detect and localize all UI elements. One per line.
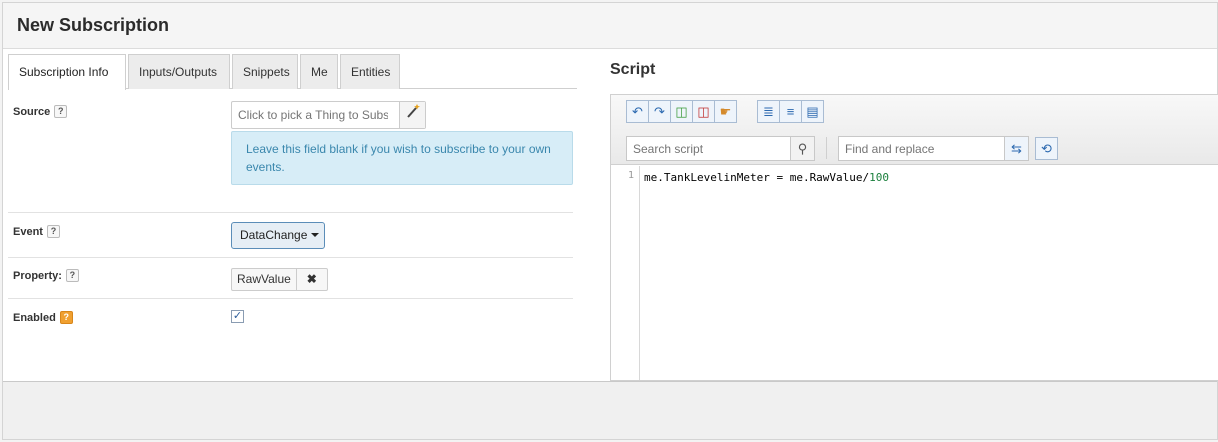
help-icon[interactable]: ? — [54, 105, 68, 118]
line-number: 1 — [627, 170, 634, 181]
property-row: Property:? RawValue ✖ — [8, 258, 573, 299]
event-dropdown-value: DataChange — [240, 228, 308, 242]
enabled-row: Enabled? ✓ — [8, 299, 573, 339]
code-number-literal: 100 — [869, 171, 890, 184]
find-replace-box: ⇆ — [838, 136, 1029, 161]
hand-point-icon[interactable]: ☛ — [714, 100, 737, 123]
code-editor[interactable]: 1 me.TankLevelinMeter = me.RawValue/100 — [611, 166, 1218, 380]
dialog-title: New Subscription — [17, 15, 170, 35]
indent-icon[interactable]: ≣ — [757, 100, 780, 123]
help-icon[interactable]: ? — [59, 311, 73, 324]
redo-icon[interactable]: ↷ — [648, 100, 671, 123]
caret-down-icon — [311, 233, 320, 237]
dialog-footer — [3, 381, 1217, 439]
tab-inputs-outputs[interactable]: Inputs/Outputs — [128, 54, 230, 89]
format-code-icon[interactable]: ▤ — [801, 100, 824, 123]
dialog-header: New Subscription — [3, 3, 1217, 49]
code-line[interactable]: me.TankLevelinMeter = me.RawValue/100 — [644, 171, 889, 184]
source-input[interactable] — [232, 102, 394, 128]
outdent-icon[interactable]: ≡ — [779, 100, 802, 123]
search-script-input[interactable] — [627, 137, 790, 160]
event-dropdown[interactable]: DataChange — [231, 222, 325, 249]
undo-icon[interactable]: ↶ — [626, 100, 649, 123]
tab-snippets[interactable]: Snippets — [232, 54, 298, 89]
tab-subscription-info[interactable]: Subscription Info — [8, 54, 126, 90]
enabled-checkbox[interactable]: ✓ — [231, 310, 244, 323]
search-icon[interactable]: ⚲ — [790, 137, 814, 160]
script-toolbar: ↶↷◫◫☛ ≣≡▤ ⚲ ⇆ ⟲ — [611, 95, 1218, 165]
comment-remove-icon[interactable]: ◫ — [692, 100, 715, 123]
line-gutter: 1 — [611, 166, 640, 380]
script-title: Script — [610, 61, 656, 78]
code-text: me.TankLevelinMeter = me.RawValue/ — [644, 171, 870, 184]
help-icon[interactable]: ? — [46, 225, 60, 238]
toolbar-group-format: ≣ ≡ ▤ — [757, 100, 824, 124]
replace-all-icon[interactable]: ⟲ — [1035, 137, 1058, 160]
event-label: Event? — [13, 225, 60, 238]
source-row: Source? Leave this field blank if you wi… — [8, 101, 573, 213]
source-thing-picker[interactable] — [231, 101, 426, 129]
property-label: Property:? — [13, 269, 79, 282]
event-row: Event? DataChange — [8, 213, 573, 258]
magic-wand-icon[interactable] — [399, 102, 425, 128]
property-chip-value: RawValue — [232, 269, 297, 290]
toolbar-divider — [826, 137, 827, 159]
source-label: Source? — [13, 105, 68, 118]
script-editor-panel: ↶↷◫◫☛ ≣≡▤ ⚲ ⇆ ⟲ 1 me.TankLevelinMeter = … — [610, 94, 1218, 381]
property-chip[interactable]: RawValue ✖ — [231, 268, 328, 291]
tab-me[interactable]: Me — [300, 54, 338, 89]
comment-add-icon[interactable]: ◫ — [670, 100, 693, 123]
help-icon[interactable]: ? — [65, 269, 79, 282]
close-icon[interactable]: ✖ — [297, 269, 327, 290]
search-script-box: ⚲ — [626, 136, 815, 161]
source-info-message: Leave this field blank if you wish to su… — [231, 131, 573, 185]
subscription-dialog: New Subscription Subscription Info Input… — [2, 2, 1218, 440]
find-replace-input[interactable] — [839, 137, 1004, 160]
toolbar-group-edit: ↶ ↷ ◫ ◫ ☛ — [626, 100, 737, 124]
replace-icon[interactable]: ⇆ — [1004, 137, 1028, 160]
enabled-label: Enabled? — [13, 311, 73, 324]
tab-bar: Subscription Info Inputs/Outputs Snippet… — [8, 53, 577, 90]
tab-entities[interactable]: Entities — [340, 54, 400, 89]
